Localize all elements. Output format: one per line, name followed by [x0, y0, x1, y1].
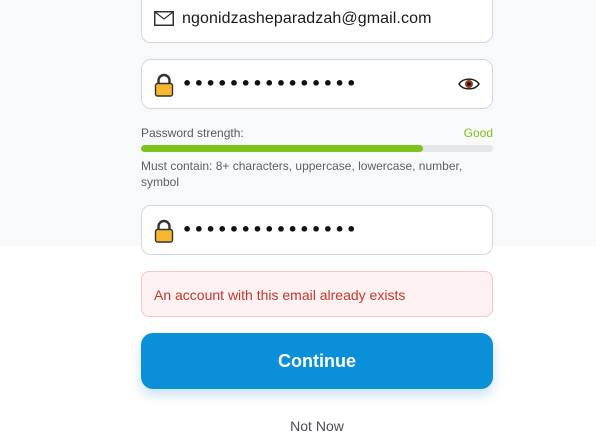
password-field[interactable]: •••••••••••••••: [141, 59, 493, 109]
mail-icon: [154, 11, 174, 31]
password-strength-bar: [141, 145, 493, 152]
error-message: An account with this email already exist…: [154, 287, 406, 303]
confirm-password-value: •••••••••••••••: [182, 220, 358, 239]
password-strength-value: Good: [463, 126, 493, 140]
lock-icon: [154, 219, 174, 248]
password-strength-fill: [141, 145, 423, 152]
confirm-password-field[interactable]: •••••••••••••••: [141, 205, 493, 255]
error-alert: An account with this email already exist…: [141, 271, 493, 317]
not-now-link[interactable]: Not Now: [0, 418, 596, 434]
password-value: •••••••••••••••: [182, 74, 358, 93]
eye-icon[interactable]: [458, 76, 480, 97]
lock-icon: [154, 73, 174, 102]
password-strength-label: Password strength:: [141, 126, 244, 140]
continue-button[interactable]: Continue: [141, 333, 493, 389]
password-requirements-hint: Must contain: 8+ characters, uppercase, …: [141, 159, 463, 189]
email-field[interactable]: ngonidzasheparadzah@gmail.com: [141, 0, 493, 43]
email-value: ngonidzasheparadzah@gmail.com: [182, 10, 432, 27]
